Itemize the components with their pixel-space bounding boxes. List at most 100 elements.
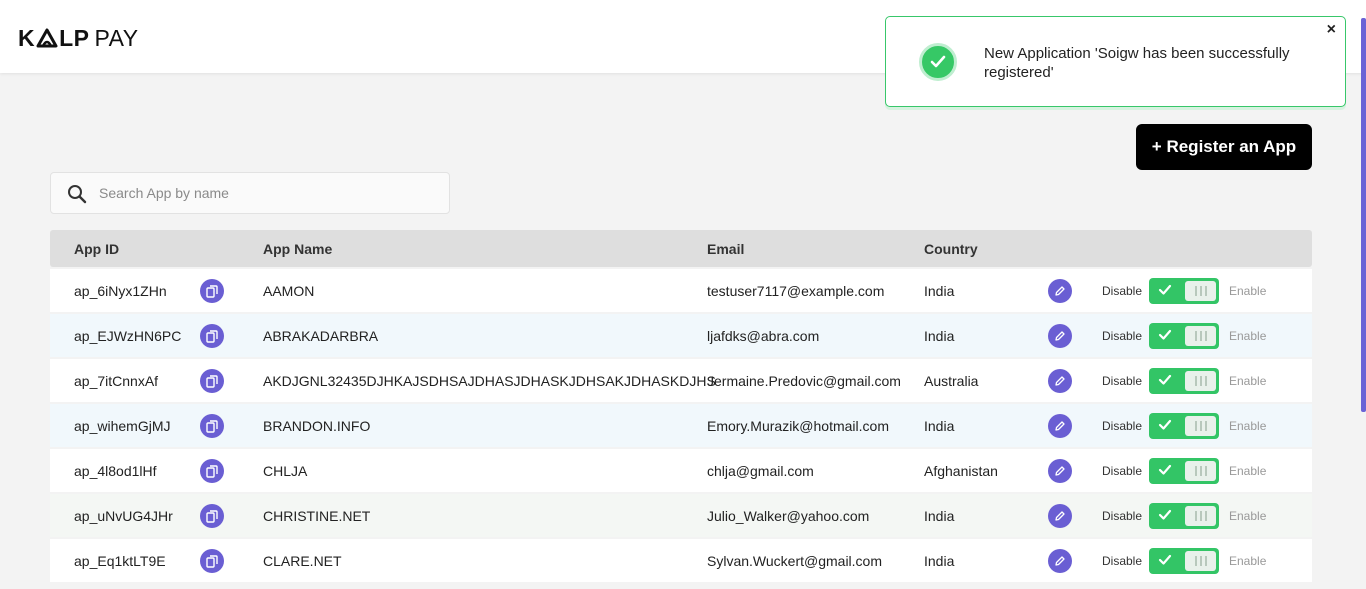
edit-app-button[interactable]	[1048, 459, 1072, 483]
edit-app-button[interactable]	[1048, 324, 1072, 348]
app-id-cell: ap_EJWzHN6PC	[74, 328, 182, 344]
logo-text-pay: PAY	[94, 24, 139, 51]
pencil-icon	[1055, 421, 1065, 431]
check-icon	[1158, 284, 1172, 295]
email-cell: Emory.Murazik@hotmail.com	[707, 418, 889, 434]
copy-icon	[206, 554, 218, 568]
header-app-name: App Name	[263, 241, 333, 257]
enable-label: Enable	[1229, 284, 1267, 298]
table-row: ap_wihemGjMJ BRANDON.INFO Emory.Murazik@…	[50, 404, 1312, 447]
header-app-id: App ID	[74, 241, 120, 257]
edit-app-button[interactable]	[1048, 369, 1072, 393]
disable-label: Disable	[1102, 374, 1143, 388]
copy-id-button[interactable]	[200, 324, 224, 348]
country-cell: Afghanistan	[924, 463, 998, 479]
copy-id-button[interactable]	[200, 414, 224, 438]
toggle-knob[interactable]	[1185, 551, 1216, 571]
disable-label: Disable	[1102, 554, 1143, 568]
toast-close-icon[interactable]: ×	[1327, 21, 1336, 39]
toggle-knob[interactable]	[1185, 461, 1216, 481]
toggle-knob[interactable]	[1185, 371, 1216, 391]
header-country: Country	[924, 241, 978, 257]
copy-icon	[206, 374, 218, 388]
enable-toggle[interactable]	[1149, 413, 1219, 439]
check-icon	[1158, 374, 1172, 385]
copy-icon	[206, 419, 218, 433]
toggle-knob[interactable]	[1185, 416, 1216, 436]
app-name-cell: CLARE.NET	[263, 553, 342, 569]
table-row: ap_Eq1ktLT9E CLARE.NET Sylvan.Wuckert@gm…	[50, 539, 1312, 582]
copy-id-button[interactable]	[200, 279, 224, 303]
app-id-cell: ap_4l8od1lHf	[74, 463, 157, 479]
kalp-pay-logo[interactable]: K LP PAY	[18, 24, 139, 51]
email-cell: testuser7117@example.com	[707, 283, 885, 299]
enable-toggle[interactable]	[1149, 458, 1219, 484]
app-id-cell: ap_uNvUG4JHr	[74, 508, 173, 524]
search-box	[50, 172, 450, 214]
table-row: ap_7itCnnxAf AKDJGNL32435DJHKAJSDHSAJDHA…	[50, 359, 1312, 402]
logo-mark-icon	[36, 28, 58, 48]
copy-id-button[interactable]	[200, 504, 224, 528]
logo-text-lp: LP	[59, 24, 90, 51]
toggle-knob[interactable]	[1185, 326, 1216, 346]
enable-label: Enable	[1229, 419, 1267, 433]
copy-icon	[206, 509, 218, 523]
country-cell: India	[924, 328, 955, 344]
app-name-cell: AAMON	[263, 283, 315, 299]
pencil-icon	[1055, 511, 1065, 521]
enable-toggle[interactable]	[1149, 548, 1219, 574]
copy-id-button[interactable]	[200, 459, 224, 483]
country-cell: India	[924, 508, 955, 524]
enable-label: Enable	[1229, 509, 1267, 523]
edit-app-button[interactable]	[1048, 549, 1072, 573]
check-icon	[1158, 509, 1172, 520]
check-icon	[1158, 554, 1172, 565]
enable-toggle[interactable]	[1149, 368, 1219, 394]
app-id-cell: ap_6iNyx1ZHn	[74, 283, 167, 299]
disable-label: Disable	[1102, 464, 1143, 478]
app-id-cell: ap_Eq1ktLT9E	[74, 553, 166, 569]
enable-label: Enable	[1229, 374, 1267, 388]
enable-toggle[interactable]	[1149, 323, 1219, 349]
pencil-icon	[1055, 331, 1065, 341]
search-icon	[68, 185, 87, 204]
app-name-cell: CHLJA	[263, 463, 308, 479]
email-cell: ljafdks@abra.com	[707, 328, 820, 344]
enable-toggle[interactable]	[1149, 278, 1219, 304]
pencil-icon	[1055, 286, 1065, 296]
edit-app-button[interactable]	[1048, 279, 1072, 303]
toggle-knob[interactable]	[1185, 506, 1216, 526]
email-cell: Julio_Walker@yahoo.com	[707, 508, 870, 524]
apps-table-body: ap_6iNyx1ZHn AAMON testuser7117@example.…	[50, 269, 1312, 584]
email-cell: chlja@gmail.com	[707, 463, 814, 479]
copy-icon	[206, 329, 218, 343]
logo-text-k: K	[18, 24, 36, 51]
table-row: ap_EJWzHN6PC ABRAKADARBRA ljafdks@abra.c…	[50, 314, 1312, 357]
edit-app-button[interactable]	[1048, 504, 1072, 528]
app-id-cell: ap_wihemGjMJ	[74, 418, 171, 434]
country-cell: India	[924, 418, 955, 434]
edit-app-button[interactable]	[1048, 414, 1072, 438]
app-id-cell: ap_7itCnnxAf	[74, 373, 159, 389]
copy-id-button[interactable]	[200, 369, 224, 393]
enable-toggle[interactable]	[1149, 503, 1219, 529]
copy-id-button[interactable]	[200, 549, 224, 573]
search-input[interactable]	[99, 173, 439, 213]
disable-label: Disable	[1102, 284, 1143, 298]
table-row: ap_uNvUG4JHr CHRISTINE.NET Julio_Walker@…	[50, 494, 1312, 537]
table-header: App ID App Name Email Country	[50, 230, 1312, 267]
app-name-cell: BRANDON.INFO	[263, 418, 371, 434]
check-icon	[1158, 329, 1172, 340]
check-icon	[1158, 419, 1172, 430]
toggle-knob[interactable]	[1185, 281, 1216, 301]
country-cell: India	[924, 283, 955, 299]
app-name-cell: AKDJGNL32435DJHKAJSDHSAJDHASJDHASKJDHSAK…	[263, 373, 716, 389]
check-circle-icon	[919, 43, 957, 81]
pencil-icon	[1055, 466, 1065, 476]
email-cell: Sylvan.Wuckert@gmail.com	[707, 553, 882, 569]
enable-label: Enable	[1229, 329, 1267, 343]
toast-message: New Application 'Soigw has been successf…	[984, 45, 1290, 81]
page-scrollbar[interactable]	[1361, 18, 1366, 412]
disable-label: Disable	[1102, 419, 1143, 433]
register-app-button[interactable]: + Register an App	[1136, 124, 1312, 170]
